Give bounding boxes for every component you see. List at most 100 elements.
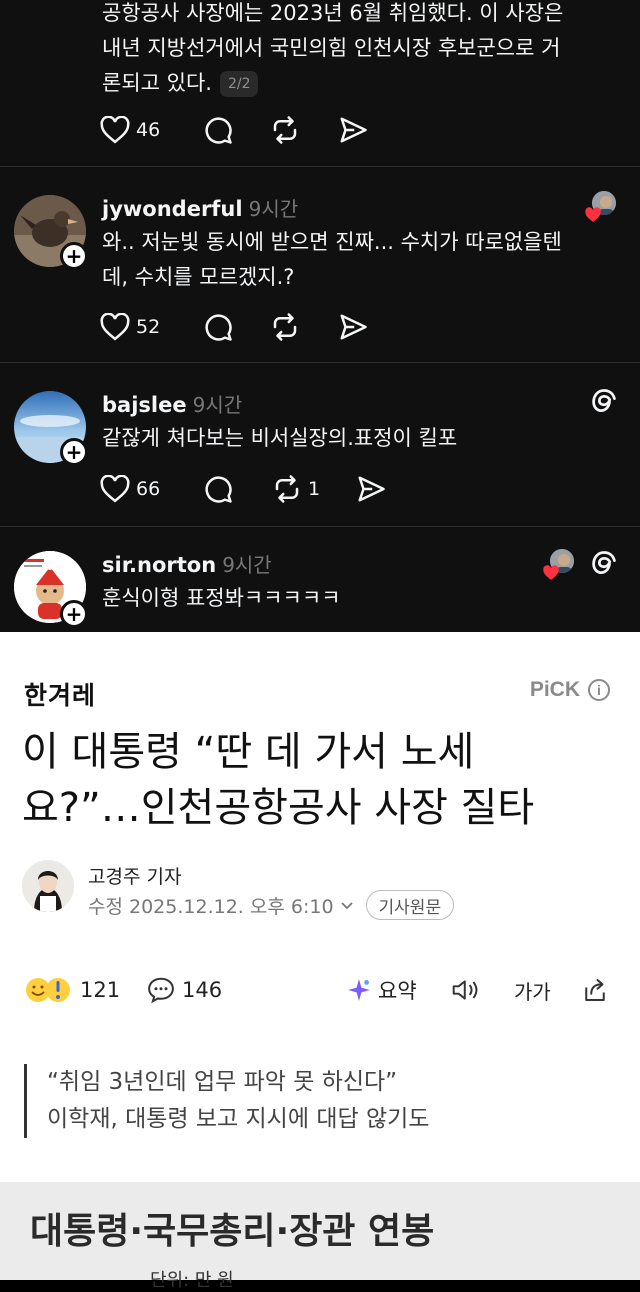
post-body: 공항공사 사장에는 2023년 6월 취임했다. 이 사장은 내년 지방선거에서…: [102, 0, 612, 101]
follow-plus-button[interactable]: +: [60, 600, 88, 628]
liked-by-avatar[interactable]: [542, 547, 576, 581]
share-button[interactable]: [338, 310, 368, 344]
quote-line: 이학재, 대통령 보고 지시에 대답 않기도: [47, 1106, 430, 1132]
modified-date: 수정 2025.12.12. 오후 6:10: [88, 895, 334, 918]
follow-plus-button[interactable]: +: [60, 242, 88, 270]
headline-line: 요?”…인천공항공사 사장 질타: [22, 785, 535, 831]
repost-icon: [275, 475, 299, 503]
summary-button[interactable]: 요약: [346, 970, 417, 1010]
comment-bubble-icon: [148, 977, 174, 1004]
reporter-photo: [22, 860, 74, 912]
like-count: 66: [136, 478, 161, 500]
pick-badge[interactable]: PiCK i: [530, 678, 610, 702]
heart-icon: [100, 116, 130, 144]
post-line: 내년 지방선거에서 국민의힘 인천시장 후보군으로 거: [102, 36, 561, 60]
post-body: 훈식이형 표정봐ㅋㅋㅋㅋㅋ: [102, 581, 612, 616]
quote-line: “취임 3년인데 업무 파악 못 하신다”: [47, 1069, 398, 1095]
article-meta: 수정 2025.12.12. 오후 6:10 기사원문: [88, 890, 455, 920]
repost-button[interactable]: [270, 113, 300, 147]
share-article-button[interactable]: [580, 970, 610, 1010]
post-line: 훈식이형 표정봐ㅋㅋㅋㅋㅋ: [102, 586, 341, 610]
divider: [0, 362, 640, 363]
post-line: 같잖게 쳐다보는 비서실장의.표정이 킬포: [102, 426, 458, 450]
repost-icon: [273, 313, 297, 341]
share-icon: [340, 314, 367, 340]
ai-sparkle-icon: [348, 979, 370, 1001]
original-article-button[interactable]: 기사원문: [365, 890, 455, 920]
article-subheading-quote: “취임 3년인데 업무 파악 못 하신다” 이학재, 대통령 보고 지시에 대답…: [24, 1064, 429, 1138]
post-line: 와.. 저눈빛 동시에 받으면 진짜... 수치가 따로없을텐: [102, 230, 562, 254]
comments-button[interactable]: 146: [146, 970, 222, 1010]
repost-button[interactable]: [270, 310, 300, 344]
username[interactable]: bajslee 9시간: [102, 389, 242, 418]
reporter-name[interactable]: 고경주 기자: [88, 862, 181, 889]
post-line: 론되고 있다.: [102, 71, 212, 95]
threads-logo-icon[interactable]: [590, 387, 618, 417]
share-button[interactable]: [338, 113, 368, 147]
post-body: 와.. 저눈빛 동시에 받으면 진짜... 수치가 따로없을텐 데, 수치를 모…: [102, 225, 612, 295]
infographic-title: 대통령·국무총리·장관 연봉: [30, 1211, 435, 1252]
corner-icons: [542, 547, 618, 581]
username-text: bajslee: [102, 393, 187, 417]
font-size-button[interactable]: 가가: [514, 970, 551, 1010]
article-headline: 이 대통령 “딴 데 가서 노세 요?”…인천공항공사 사장 질타: [22, 724, 622, 836]
comment-icon: [205, 476, 232, 503]
divider: [0, 166, 640, 167]
comment-button[interactable]: [203, 113, 233, 147]
plus-icon: +: [65, 440, 83, 464]
like-count: 46: [136, 119, 161, 141]
heart-badge-icon: [585, 207, 601, 222]
salary-infographic: 대통령·국무총리·장관 연봉 단위: 만 원: [0, 1182, 640, 1291]
follow-plus-button[interactable]: +: [60, 438, 88, 466]
reaction-button[interactable]: 121: [24, 970, 120, 1010]
divider: [0, 526, 640, 527]
heart-icon: [100, 313, 130, 341]
summary-label: 요약: [378, 979, 417, 1003]
publisher-logo[interactable]: 한겨레: [24, 676, 96, 712]
like-button[interactable]: 66: [100, 472, 160, 506]
repost-count: 1: [308, 478, 321, 500]
share-button[interactable]: [356, 472, 386, 506]
tts-button[interactable]: [450, 970, 482, 1010]
font-size-label: 가가: [514, 979, 551, 1004]
share-icon: [340, 117, 367, 143]
headline-line: 이 대통령 “딴 데 가서 노세: [22, 729, 475, 775]
corner-icons: [590, 387, 618, 417]
news-article: 한겨레 PiCK i 이 대통령 “딴 데 가서 노세 요?”…인천공항공사 사…: [0, 632, 640, 1291]
comment-button[interactable]: [203, 310, 233, 344]
article-toolbar: 121 146 요약 가가: [24, 970, 616, 1010]
like-button[interactable]: 52: [100, 310, 160, 344]
like-count: 52: [136, 316, 161, 338]
infographic-unit: 단위: 만 원: [150, 1270, 234, 1291]
post-time: 9시간: [192, 393, 243, 417]
repost-icon: [273, 116, 297, 144]
threads-feed: 공항공사 사장에는 2023년 6월 취임했다. 이 사장은 내년 지방선거에서…: [0, 0, 640, 632]
post-time: 9시간: [248, 197, 299, 221]
threads-logo-icon[interactable]: [590, 549, 618, 579]
post-body: 같잖게 쳐다보는 비서실장의.표정이 킬포: [102, 421, 612, 456]
liked-by[interactable]: [584, 189, 618, 223]
username-text: sir.norton: [102, 553, 217, 577]
username[interactable]: jywonderful 9시간: [102, 193, 298, 222]
like-button[interactable]: 46: [100, 113, 160, 147]
post-line: 데, 수치를 모르겠지.?: [102, 265, 295, 289]
comment-icon: [205, 314, 232, 341]
plus-icon: +: [65, 602, 83, 626]
comment-button[interactable]: [203, 472, 233, 506]
info-icon: i: [588, 679, 610, 701]
username-text: jywonderful: [102, 197, 243, 221]
emoji-reaction-icon: [26, 978, 70, 1002]
post-line: 공항공사 사장에는 2023년 6월 취임했다. 이 사장은: [102, 1, 564, 25]
speaker-icon: [452, 980, 478, 1000]
share-icon: [358, 476, 385, 502]
comment-icon: [205, 117, 232, 144]
username[interactable]: sir.norton 9시간: [102, 549, 272, 578]
repost-button[interactable]: 1: [272, 472, 320, 506]
liked-by-avatar: [584, 189, 618, 223]
reporter-avatar[interactable]: [22, 860, 74, 912]
chevron-down-icon[interactable]: [338, 896, 356, 914]
heart-icon: [100, 475, 130, 503]
share-icon: [585, 979, 605, 1001]
page-badge[interactable]: 2/2: [219, 71, 259, 97]
reaction-count: 121: [80, 978, 121, 1002]
